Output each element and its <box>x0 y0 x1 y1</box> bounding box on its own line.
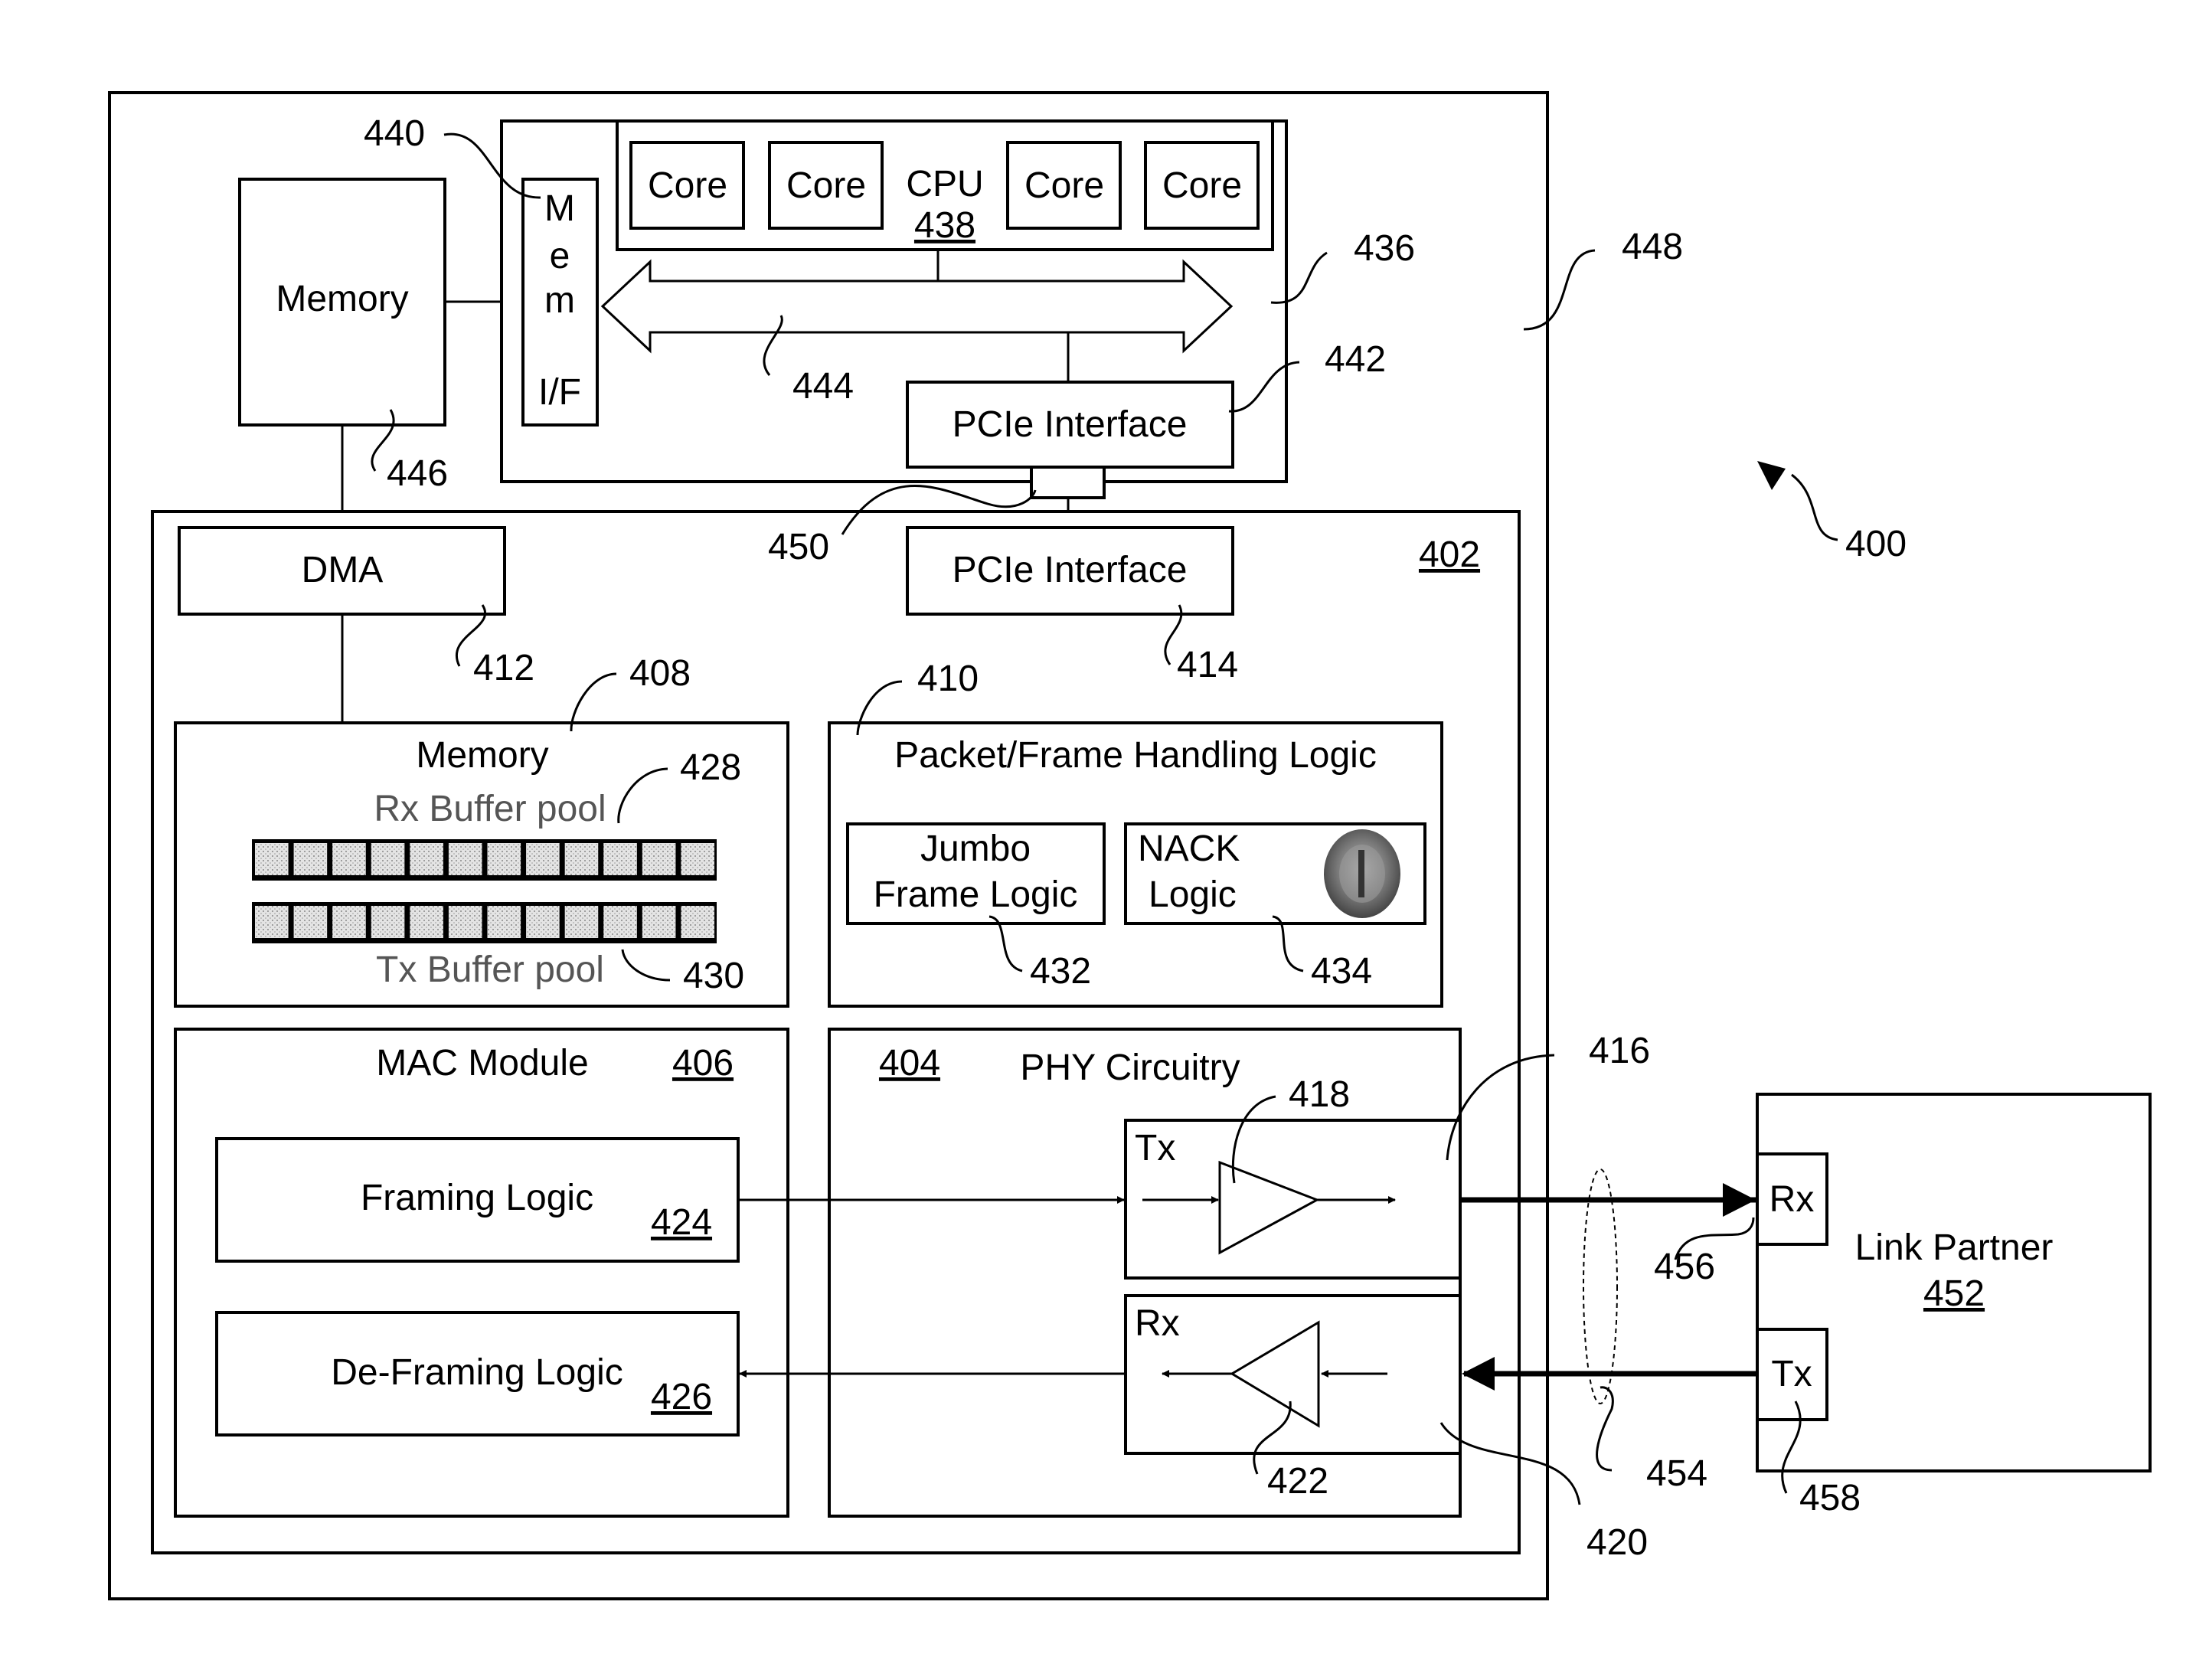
ref-414: 414 <box>1177 645 1238 685</box>
tx-buffer-cell <box>487 906 521 938</box>
network-device-diagram: Memory Core Core Core Core CPU 438 M e m… <box>108 91 2152 1600</box>
dma-label: DMA <box>302 550 384 590</box>
mac-module-ref: 406 <box>672 1043 734 1084</box>
memif-letter-m2: m <box>544 280 575 321</box>
ref-418: 418 <box>1289 1074 1350 1115</box>
tx-buffer-cell <box>371 906 405 938</box>
rx-buffer-cell <box>526 843 560 875</box>
rx-buffer-cell <box>448 843 482 875</box>
cpu-ref: 438 <box>914 205 975 246</box>
jumbo-label-line1: Jumbo <box>920 829 1031 869</box>
rx-buffer-cell <box>681 843 714 875</box>
mac-module-label: MAC Module <box>376 1043 588 1084</box>
phy-label: PHY Circuitry <box>1020 1048 1240 1088</box>
nack-label-line2: Logic <box>1149 874 1237 915</box>
cpu-label: CPU <box>906 164 983 204</box>
ref-410: 410 <box>917 659 979 699</box>
ref-456: 456 <box>1654 1247 1715 1287</box>
core-2-label: Core <box>786 165 866 206</box>
mac-module-block <box>174 1028 789 1518</box>
ref-440: 440 <box>364 113 425 154</box>
tx-buffer-cell <box>681 906 714 938</box>
ref-408: 408 <box>629 653 691 694</box>
tx-buffer-pool-label: Tx Buffer pool <box>376 949 604 990</box>
ref-400-arrowhead <box>1757 461 1786 490</box>
rx-buffer-cell <box>255 843 289 875</box>
deframing-logic-ref: 426 <box>651 1377 712 1417</box>
ref-412: 412 <box>473 648 534 688</box>
ref-458: 458 <box>1799 1478 1861 1518</box>
deframing-logic-label: De-Framing Logic <box>331 1352 623 1393</box>
core-4-label: Core <box>1162 165 1242 206</box>
host-memory-label: Memory <box>276 279 408 319</box>
link-partner-tx-label: Tx <box>1771 1354 1812 1394</box>
ref-446: 446 <box>387 453 448 494</box>
nic-ref: 402 <box>1419 534 1480 575</box>
ref-428: 428 <box>680 747 741 788</box>
link-bundle-ellipse <box>1583 1168 1618 1404</box>
ref-432: 432 <box>1030 951 1091 992</box>
link-partner-ref: 452 <box>1923 1273 1985 1314</box>
nic-pcie-label: PCIe Interface <box>953 550 1188 590</box>
packet-frame-logic-label: Packet/Frame Handling Logic <box>894 735 1377 776</box>
ref-422: 422 <box>1267 1461 1328 1502</box>
ref-430: 430 <box>683 956 744 996</box>
ref-448: 448 <box>1622 227 1683 267</box>
nic-memory-label: Memory <box>416 735 548 776</box>
host-pcie-label: PCIe Interface <box>953 404 1188 445</box>
nack-label-line1: NACK <box>1138 829 1240 869</box>
pcie-link-connector <box>1030 466 1106 499</box>
ref-436: 436 <box>1354 228 1415 269</box>
tx-buffer-cell <box>410 906 443 938</box>
tx-buffer-cell <box>526 906 560 938</box>
rx-buffer-pool <box>252 839 717 881</box>
rx-buffer-pool-label: Rx Buffer pool <box>374 789 606 829</box>
tx-buffer-cell <box>255 906 289 938</box>
tx-buffer-cell <box>332 906 366 938</box>
framing-logic-label: Framing Logic <box>361 1178 593 1218</box>
tx-buffer-cell <box>293 906 328 938</box>
memory-interface: M e m I/F <box>521 178 599 427</box>
phy-tx-label: Tx <box>1135 1128 1175 1168</box>
ref-450: 450 <box>768 527 829 567</box>
ref-454: 454 <box>1646 1453 1707 1494</box>
tx-buffer-cell <box>448 906 482 938</box>
rx-buffer-cell <box>603 843 637 875</box>
tx-buffer-pool <box>252 902 717 943</box>
tx-link-arrowhead <box>1723 1183 1756 1217</box>
ref-400: 400 <box>1845 524 1907 564</box>
jumbo-label-line2: Frame Logic <box>874 874 1078 915</box>
ref-434: 434 <box>1311 951 1372 992</box>
rx-buffer-cell <box>487 843 521 875</box>
rx-buffer-cell <box>564 843 599 875</box>
memif-letter-e: e <box>550 236 570 276</box>
phy-rx-label: Rx <box>1135 1303 1180 1344</box>
rx-buffer-cell <box>642 843 676 875</box>
ref-442: 442 <box>1325 339 1386 380</box>
memif-letter-m: M <box>544 188 575 229</box>
memif-label-if: I/F <box>538 372 581 413</box>
core-1-label: Core <box>648 165 727 206</box>
phy-ref: 404 <box>879 1043 940 1084</box>
ref-416: 416 <box>1589 1031 1650 1071</box>
rx-buffer-cell <box>332 843 366 875</box>
tx-buffer-cell <box>564 906 599 938</box>
rx-buffer-cell <box>293 843 328 875</box>
link-partner-label: Link Partner <box>1855 1227 2054 1268</box>
core-3-label: Core <box>1024 165 1104 206</box>
rx-buffer-cell <box>371 843 405 875</box>
framing-logic-ref: 424 <box>651 1202 712 1243</box>
tx-buffer-cell <box>642 906 676 938</box>
ref-420: 420 <box>1586 1522 1648 1563</box>
ref-444: 444 <box>792 366 854 407</box>
host-memory: Memory <box>238 178 446 427</box>
tx-buffer-cell <box>603 906 637 938</box>
dial-knob-icon <box>1324 829 1400 918</box>
rx-buffer-cell <box>410 843 443 875</box>
link-partner-rx-label: Rx <box>1769 1179 1815 1220</box>
